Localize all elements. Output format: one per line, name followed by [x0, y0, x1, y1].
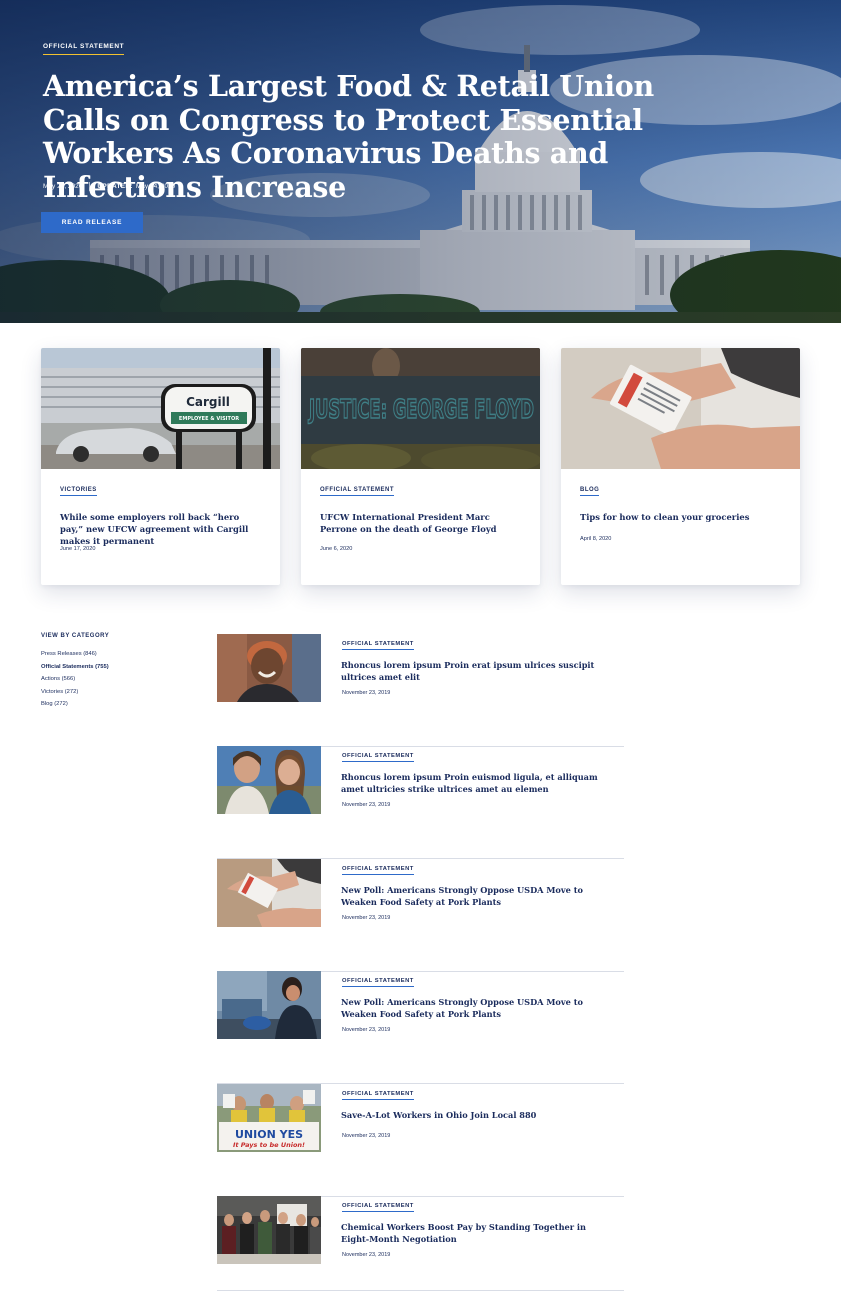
- featured-card[interactable]: JUSTICE: GEORGE FLOYD OFFICIAL STATEMENT…: [301, 348, 540, 585]
- article-thumbnail[interactable]: [217, 1196, 321, 1264]
- card-title[interactable]: UFCW International President Marc Perron…: [320, 511, 525, 535]
- article-category-tag[interactable]: OFFICIAL STATEMENT: [342, 753, 414, 762]
- cashier-checkout-photo: [217, 971, 321, 1039]
- article-category-tag[interactable]: OFFICIAL STATEMENT: [342, 978, 414, 987]
- article-thumbnail[interactable]: [217, 971, 321, 1039]
- banner-text: JUSTICE: GEORGE FLOYD: [308, 395, 534, 425]
- featured-card[interactable]: Cargill EMPLOYEE & VISITOR VICTORIES Whi…: [41, 348, 280, 585]
- article-title[interactable]: New Poll: Americans Strongly Oppose USDA…: [341, 996, 601, 1020]
- article-category-tag[interactable]: OFFICIAL STATEMENT: [342, 866, 414, 875]
- card-date: April 8, 2020: [580, 536, 612, 542]
- category-link-press-releases[interactable]: Press Releases (846): [41, 648, 109, 661]
- banner-headline-text: UNION YES: [235, 1128, 303, 1141]
- card-image[interactable]: JUSTICE: GEORGE FLOYD: [301, 348, 540, 469]
- article-date: November 23, 2019: [342, 1133, 391, 1139]
- article-title[interactable]: Rhoncus lorem ipsum Proin erat ipsum ulr…: [341, 659, 601, 683]
- article-thumbnail[interactable]: [217, 634, 321, 702]
- card-category-tag[interactable]: OFFICIAL STATEMENT: [320, 487, 394, 496]
- justice-george-floyd-banner-photo: JUSTICE: GEORGE FLOYD: [301, 348, 540, 469]
- article-category-tag[interactable]: OFFICIAL STATEMENT: [342, 1091, 414, 1100]
- card-category-tag[interactable]: VICTORIES: [60, 487, 97, 496]
- featured-card[interactable]: BLOG Tips for how to clean your grocerie…: [561, 348, 800, 585]
- list-item[interactable]: OFFICIAL STATEMENT Rhoncus lorem ipsum P…: [217, 634, 624, 747]
- list-item[interactable]: UNION YES It Pays to be Union! OFFICIAL …: [217, 1084, 624, 1197]
- article-category-tag[interactable]: OFFICIAL STATEMENT: [342, 1203, 414, 1212]
- hand-holding-grocery-box-photo: [561, 348, 800, 469]
- union-yes-banner-photo: UNION YES It Pays to be Union!: [217, 1084, 321, 1152]
- banner-tagline-text: It Pays to be Union!: [233, 1141, 305, 1149]
- article-thumbnail[interactable]: [217, 859, 321, 927]
- read-release-button[interactable]: READ RELEASE: [41, 212, 143, 233]
- hero-updated-date: May 24, 2020: [135, 183, 176, 190]
- article-thumbnail[interactable]: [217, 746, 321, 814]
- svg-text:EMPLOYEE & VISITOR: EMPLOYEE & VISITOR: [179, 416, 239, 422]
- category-link-victories[interactable]: Victories (272): [41, 686, 109, 699]
- card-date: June 17, 2020: [60, 546, 96, 552]
- article-title[interactable]: New Poll: Americans Strongly Oppose USDA…: [341, 884, 601, 908]
- article-title[interactable]: Save-A-Lot Workers in Ohio Join Local 88…: [341, 1109, 601, 1121]
- category-link-actions[interactable]: Actions (566): [41, 673, 109, 686]
- article-date: November 23, 2019: [342, 915, 391, 921]
- svg-text:Cargill: Cargill: [186, 395, 230, 409]
- category-heading: VIEW BY CATEGORY: [41, 633, 110, 639]
- list-item[interactable]: OFFICIAL STATEMENT New Poll: Americans S…: [217, 859, 624, 972]
- list-item[interactable]: OFFICIAL STATEMENT Chemical Workers Boos…: [217, 1196, 624, 1291]
- article-title[interactable]: Chemical Workers Boost Pay by Standing T…: [341, 1221, 601, 1245]
- list-item[interactable]: OFFICIAL STATEMENT New Poll: Americans S…: [217, 971, 624, 1084]
- hero-meta: May 22, 2020 UPDATED: May 24, 2020: [43, 182, 175, 191]
- card-date: June 6, 2020: [320, 546, 353, 552]
- list-item[interactable]: OFFICIAL STATEMENT Rhoncus lorem ipsum P…: [217, 746, 624, 859]
- article-date: November 23, 2019: [342, 1252, 391, 1258]
- smiling-worker-photo: [217, 634, 321, 702]
- category-link-official-statements[interactable]: Official Statements (755): [41, 661, 109, 674]
- card-title[interactable]: Tips for how to clean your groceries: [580, 511, 785, 523]
- article-title[interactable]: Rhoncus lorem ipsum Proin euismod ligula…: [341, 771, 601, 795]
- card-title[interactable]: While some employers roll back “hero pay…: [60, 511, 265, 547]
- hero-category-tag[interactable]: OFFICIAL STATEMENT: [43, 43, 125, 55]
- hero-banner: OFFICIAL STATEMENT America’s Largest Foo…: [0, 0, 841, 323]
- card-image[interactable]: [561, 348, 800, 469]
- cargill-sign-photo: Cargill EMPLOYEE & VISITOR: [41, 348, 280, 469]
- card-image[interactable]: Cargill EMPLOYEE & VISITOR: [41, 348, 280, 469]
- hero-date: May 22, 2020: [43, 183, 83, 190]
- category-link-blog[interactable]: Blog (272): [41, 698, 109, 711]
- article-date: November 23, 2019: [342, 1027, 391, 1033]
- article-date: November 23, 2019: [342, 690, 391, 696]
- article-category-tag[interactable]: OFFICIAL STATEMENT: [342, 641, 414, 650]
- updated-label: UPDATED:: [97, 183, 133, 190]
- meta-divider: [89, 182, 91, 191]
- category-list: Press Releases (846) Official Statements…: [41, 648, 109, 711]
- hand-holding-grocery-box-photo: [217, 859, 321, 927]
- workers-group-photo: [217, 1196, 321, 1264]
- article-date: November 23, 2019: [342, 802, 391, 808]
- article-thumbnail[interactable]: UNION YES It Pays to be Union!: [217, 1084, 321, 1152]
- card-category-tag[interactable]: BLOG: [580, 487, 600, 496]
- two-women-selfie-photo: [217, 746, 321, 814]
